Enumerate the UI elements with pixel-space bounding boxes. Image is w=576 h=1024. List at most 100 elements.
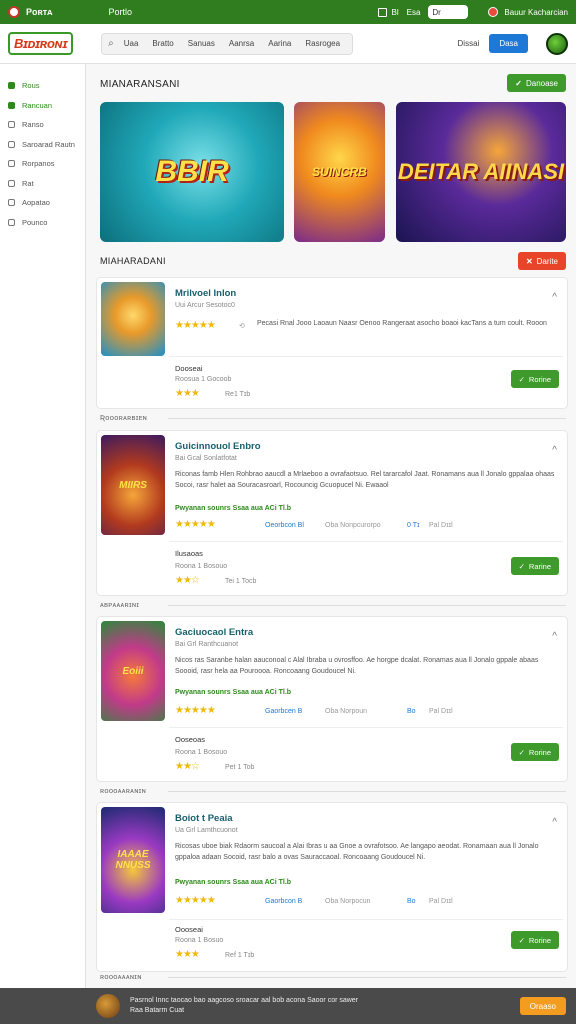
game-icon (8, 160, 15, 168)
game-card[interactable]: Eoiii Gaciuocaol Entra Bai Grl Ranthcuan… (96, 616, 568, 782)
sidebar-item[interactable]: Pounco (0, 213, 85, 233)
user-avatar[interactable] (488, 7, 499, 17)
banner-1[interactable]: BBIR (100, 102, 284, 242)
nav-search-bar[interactable]: ⌕ Uaa Bratto Sanuas Aanrsa Aarina Rasrog… (101, 32, 354, 55)
list-button[interactable]: ✕ Darite (517, 252, 566, 270)
nav-item[interactable]: Sanuas (188, 39, 215, 48)
banner-2-art: SUINCRB (312, 165, 367, 179)
site-header: Bɪᴅɪʀᴏɴɪ ⌕ Uaa Bratto Sanuas Aanrsa Aari… (0, 24, 576, 64)
play-button[interactable]: ✓ Rarine (510, 557, 559, 575)
game-subtitle: Bai Gcal Sonlatfotat (175, 455, 237, 462)
promo-text: Pwyanan sounrs Ssaa aua ACi Tl.b (175, 505, 292, 512)
top-search-input[interactable]: Dr (428, 5, 469, 19)
footer-label: Oooseai (175, 925, 203, 934)
meta-text: Oba Nonpcurorpo (325, 522, 381, 529)
meta-link[interactable]: Oeorbcon Bl (265, 522, 304, 529)
close-icon: ✕ (525, 256, 533, 266)
game-thumbnail[interactable]: IAAAE NNUSS (101, 807, 165, 913)
sidebar-item[interactable]: Rous (0, 76, 85, 96)
game-thumbnail[interactable]: MIIRS (101, 435, 165, 535)
top-link[interactable]: Portlo (108, 7, 132, 17)
sidebar-item[interactable]: Ranso (0, 115, 85, 135)
nav-item[interactable]: Bratto (152, 39, 173, 48)
footer-meta: Tei 1 Tocb (225, 578, 257, 585)
game-title[interactable]: Gaciuocaol Entra (175, 627, 253, 638)
nav-item[interactable]: Aanrsa (229, 39, 254, 48)
meta-link[interactable]: Gaorbcen B (265, 708, 302, 715)
check-icon: ✓ (518, 747, 525, 757)
game-card[interactable]: IAAAE NNUSS Boiot t Peaia Ua Grl Lamthcu… (96, 802, 568, 972)
banner-3[interactable]: DEITAR AIINASI (396, 102, 566, 242)
sidebar-item[interactable]: Rat (0, 174, 85, 194)
profile-avatar[interactable] (546, 32, 568, 55)
play-button[interactable]: ✓ Rorine (510, 931, 559, 949)
footer-meta: Ref 1 Tɪb (225, 952, 255, 959)
game-card[interactable]: MIIRS Guicinnouol Enbro Bai Gcal Sonlatf… (96, 430, 568, 596)
featured-button[interactable]: ✓ Danoase (507, 74, 566, 92)
group-divider (168, 605, 566, 606)
share-icon[interactable]: ⟲ (239, 322, 245, 330)
grid-icon[interactable] (378, 7, 388, 17)
sidebar-item[interactable]: Rancuan (0, 96, 85, 116)
list-icon (8, 121, 15, 129)
nav-item[interactable]: Rasrogea (305, 39, 340, 48)
game-description: Riconas famb Hlen Rohbrao aaucdl a Mrlae… (175, 471, 555, 489)
nav-item[interactable]: Aarina (268, 39, 291, 48)
user-name[interactable]: Bauur Kacharcian (504, 8, 568, 17)
footer-rating: ★★★ (175, 388, 200, 399)
sidebar: Rous Rancuan Ranso Saroarad Rautn Rorpan… (0, 64, 86, 988)
game-subtitle: Uui Arcur Sesotoc0 (175, 302, 235, 309)
cookie-banner: Pasrnol Innc taocao bao aagcoso sroacar … (0, 988, 576, 1024)
top-bar: Pᴏʀᴛᴀ Portlo Bl Esa Dr Bauur Kacharcian (0, 0, 576, 24)
footer-meta: Pet 1 Tob (225, 764, 255, 771)
banner-2[interactable]: SUINCRB (294, 102, 385, 242)
footer-sub: Roona 1 Bosouo (175, 563, 228, 570)
sidebar-item[interactable]: Saroarad Rautn (0, 135, 85, 155)
brand-logo-icon[interactable] (8, 6, 20, 18)
top-label-2[interactable]: Esa (407, 8, 421, 17)
meta-extra: Pal Dɪɪl (429, 522, 453, 529)
chevron-up-icon[interactable]: ^ (552, 817, 557, 828)
banner-3-art: DEITAR AIINASI (397, 159, 565, 184)
game-description: Nicos ras Saranbe halan aauconoal c Alal… (175, 657, 539, 675)
game-card[interactable]: Mrilvoel Inlon Uui Arcur Sesotoc0 ★★★★★ … (96, 277, 568, 409)
meta-extra: Pal Dɪɪl (429, 898, 453, 905)
game-title[interactable]: Guicinnouol Enbro (175, 441, 261, 452)
game-description: Pecasi Rnal Jooo Laoaun Naasr Oenoo Rang… (257, 320, 547, 327)
rating-stars: ★★★★★ (175, 705, 216, 716)
cookie-accept-button[interactable]: Oraaso (519, 997, 566, 1015)
footer-label: Ooseoas (175, 735, 206, 744)
game-title[interactable]: Mrilvoel Inlon (175, 288, 236, 299)
game-title[interactable]: Boiot t Peaia (175, 813, 233, 824)
settings-icon (8, 199, 15, 207)
group-divider (168, 977, 566, 978)
game-thumbnail[interactable] (101, 282, 165, 356)
meta-link[interactable]: Gaorbcon B (265, 898, 302, 905)
chevron-up-icon[interactable]: ^ (552, 292, 557, 303)
header-link[interactable]: Dissai (458, 39, 480, 48)
chevron-up-icon[interactable]: ^ (552, 631, 557, 642)
search-icon[interactable]: ⌕ (108, 38, 114, 49)
rating-stars: ★★★★★ (175, 519, 216, 530)
chevron-up-icon[interactable]: ^ (552, 445, 557, 456)
play-button[interactable]: ✓ Rorine (510, 743, 559, 761)
chat-icon (8, 179, 15, 187)
meta-count: Bo (407, 898, 416, 905)
nav-item[interactable]: Uaa (124, 39, 139, 48)
brand-name[interactable]: Pᴏʀᴛᴀ (26, 7, 52, 17)
play-button[interactable]: ✓ Rorine (510, 370, 559, 388)
top-label-1[interactable]: Bl (391, 8, 398, 17)
game-thumbnail[interactable]: Eoiii (101, 621, 165, 721)
sidebar-item[interactable]: Aopatao (0, 193, 85, 213)
site-logo[interactable]: Bɪᴅɪʀᴏɴɪ (8, 32, 74, 55)
check-icon: ✓ (518, 374, 525, 384)
footer-rating: ★★☆ (175, 761, 200, 772)
footer-meta: Re1 Tɪb (225, 391, 251, 398)
check-icon: ✓ (515, 78, 522, 88)
header-button[interactable]: Dasa (489, 34, 528, 53)
sidebar-item[interactable]: Rorpanos (0, 154, 85, 174)
info-icon (8, 218, 15, 226)
game-subtitle: Bai Grl Ranthcuanot (175, 641, 239, 648)
footer-sub: Roona 1 Bosouo (175, 749, 228, 756)
group-label: ʀoooᴀᴀᴀɴɪɴ (100, 972, 142, 981)
